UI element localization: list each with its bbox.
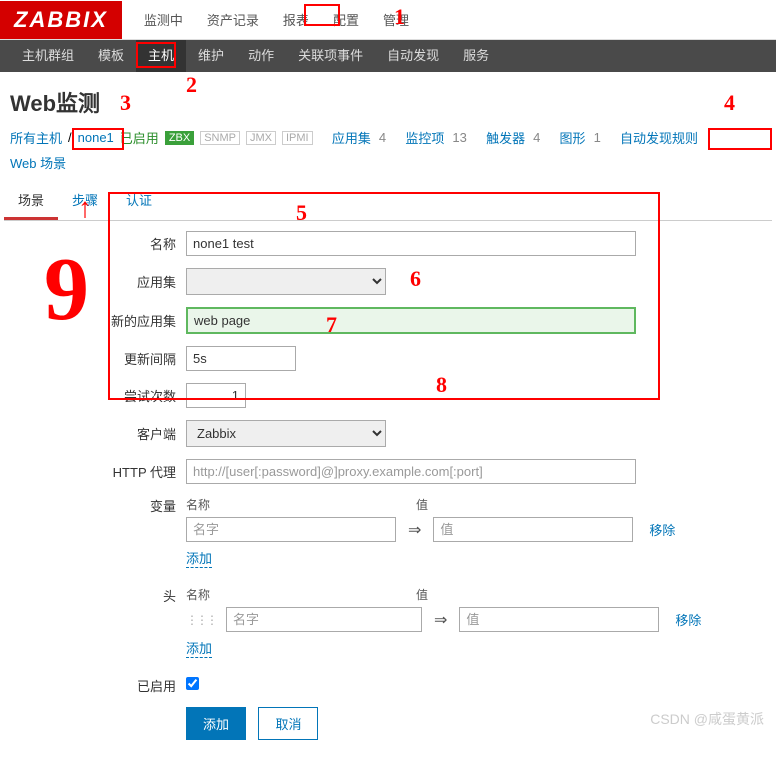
input-newapp[interactable] bbox=[186, 307, 636, 334]
menu-config[interactable]: 配置 bbox=[321, 0, 371, 39]
count-graphs: 1 bbox=[594, 130, 601, 145]
input-var-name[interactable] bbox=[186, 517, 396, 542]
label-retries: 尝试次数 bbox=[16, 386, 186, 405]
input-var-value[interactable] bbox=[433, 517, 633, 542]
nav-discovery[interactable]: 自动发现 bbox=[375, 40, 451, 72]
label-headers: 头 bbox=[16, 586, 186, 605]
top-bar: ZABBIX 监测中 资产记录 报表 配置 管理 bbox=[0, 0, 776, 40]
logo: ZABBIX bbox=[0, 1, 122, 39]
label-enabled: 已启用 bbox=[16, 676, 186, 695]
link-discovery-rules[interactable]: 自动发现规则 bbox=[620, 128, 698, 147]
link-all-hosts[interactable]: 所有主机 bbox=[10, 128, 62, 147]
label-client: 客户端 bbox=[16, 424, 186, 443]
input-head-value[interactable] bbox=[459, 607, 659, 632]
link-host-name[interactable]: none1 bbox=[78, 130, 114, 145]
count-triggers: 4 bbox=[533, 130, 540, 145]
label-interval: 更新间隔 bbox=[16, 349, 186, 368]
page-title: Web监测 bbox=[0, 72, 776, 128]
checkbox-enabled[interactable] bbox=[186, 677, 199, 690]
scenario-form: 名称 应用集 新的应用集 更新间隔 尝试次数 客户端 Zabbix HTTP 代… bbox=[0, 221, 776, 772]
count-items: 13 bbox=[452, 130, 466, 145]
input-name[interactable] bbox=[186, 231, 636, 256]
input-interval[interactable] bbox=[186, 346, 296, 371]
top-menu: 监测中 资产记录 报表 配置 管理 bbox=[132, 0, 421, 39]
badge-jmx: JMX bbox=[246, 131, 276, 145]
input-retries[interactable] bbox=[186, 383, 246, 408]
menu-inventory[interactable]: 资产记录 bbox=[195, 0, 271, 39]
count-applications: 4 bbox=[379, 130, 386, 145]
arrow-icon: ⇒ bbox=[402, 520, 427, 540]
link-var-add[interactable]: 添加 bbox=[186, 548, 212, 568]
label-proxy: HTTP 代理 bbox=[16, 462, 186, 481]
link-triggers[interactable]: 触发器 bbox=[486, 128, 525, 147]
cancel-button[interactable]: 取消 bbox=[258, 707, 318, 740]
form-tabs: 场景 步骤 认证 bbox=[4, 182, 772, 221]
submit-button[interactable]: 添加 bbox=[186, 707, 246, 740]
label-variables: 变量 bbox=[16, 496, 186, 515]
watermark: CSDN @咸蛋黄派 bbox=[650, 709, 764, 729]
link-head-add[interactable]: 添加 bbox=[186, 638, 212, 658]
select-client[interactable]: Zabbix bbox=[186, 420, 386, 447]
nav-actions[interactable]: 动作 bbox=[236, 40, 286, 72]
menu-monitoring[interactable]: 监测中 bbox=[132, 0, 195, 39]
nav-hosts[interactable]: 主机 bbox=[136, 40, 186, 72]
label-appset: 应用集 bbox=[16, 272, 186, 291]
tab-steps[interactable]: 步骤 bbox=[58, 182, 112, 220]
nav-maintenance[interactable]: 维护 bbox=[186, 40, 236, 72]
link-web-scenarios[interactable]: Web 场景 bbox=[10, 153, 66, 172]
menu-admin[interactable]: 管理 bbox=[371, 0, 421, 39]
select-appset[interactable] bbox=[186, 268, 386, 295]
link-applications[interactable]: 应用集 bbox=[332, 128, 371, 147]
nav-hostgroups[interactable]: 主机群组 bbox=[10, 40, 86, 72]
col-var-value: 值 bbox=[416, 496, 626, 513]
input-head-name[interactable] bbox=[226, 607, 422, 632]
nav-correlation[interactable]: 关联项事件 bbox=[286, 40, 375, 72]
label-newapp: 新的应用集 bbox=[16, 311, 186, 330]
badge-zbx: ZBX bbox=[165, 131, 194, 145]
menu-reports[interactable]: 报表 bbox=[271, 0, 321, 39]
col-var-name: 名称 bbox=[186, 496, 416, 513]
label-name: 名称 bbox=[16, 234, 186, 253]
nav-templates[interactable]: 模板 bbox=[86, 40, 136, 72]
badge-ipmi: IPMI bbox=[282, 131, 313, 145]
status-enabled: 已启用 bbox=[120, 128, 159, 147]
sub-nav: 主机群组 模板 主机 维护 动作 关联项事件 自动发现 服务 bbox=[0, 40, 776, 72]
link-graphs[interactable]: 图形 bbox=[560, 128, 586, 147]
link-items[interactable]: 监控项 bbox=[405, 128, 444, 147]
tab-scenario[interactable]: 场景 bbox=[4, 182, 58, 220]
arrow-icon: ⇒ bbox=[428, 610, 453, 630]
link-head-remove[interactable]: 移除 bbox=[675, 610, 701, 629]
drag-handle-icon[interactable]: ⋮⋮⋮ bbox=[186, 613, 220, 627]
link-var-remove[interactable]: 移除 bbox=[649, 520, 675, 539]
nav-services[interactable]: 服务 bbox=[451, 40, 501, 72]
col-head-name: 名称 bbox=[186, 586, 416, 603]
tab-auth[interactable]: 认证 bbox=[112, 182, 166, 220]
col-head-value: 值 bbox=[416, 586, 626, 603]
input-proxy[interactable] bbox=[186, 459, 636, 484]
badge-snmp: SNMP bbox=[200, 131, 240, 145]
host-nav: 所有主机 / none1 已启用 ZBXSNMPJMXIPMI 应用集 4 监控… bbox=[0, 128, 776, 182]
